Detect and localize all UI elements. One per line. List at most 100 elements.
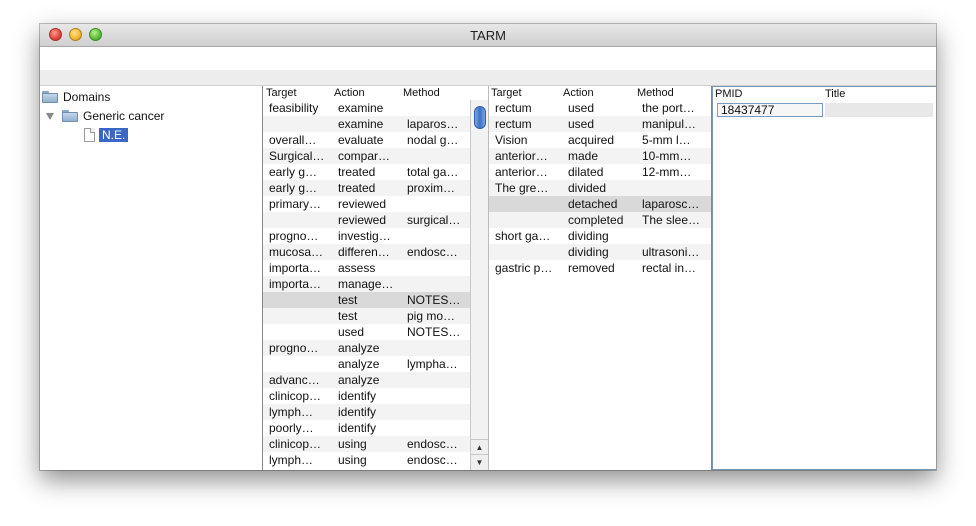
table-row[interactable]: anterior… dilated 12-mm… xyxy=(489,164,711,180)
table-row[interactable]: advanc… analyze xyxy=(263,372,488,388)
column-header-method[interactable]: Method xyxy=(403,87,440,99)
table-row[interactable]: Vision acquired 5-mm l… xyxy=(489,132,711,148)
folder-icon xyxy=(62,110,78,122)
table-cell: compar… xyxy=(338,149,391,163)
table-row[interactable]: completed The slee… xyxy=(489,212,711,228)
column-header-action[interactable]: Action xyxy=(334,87,365,99)
tree-node-generic-cancer[interactable]: Generic cancer xyxy=(46,107,164,125)
table-cell: manipul… xyxy=(642,117,697,131)
table-cell: laparos… xyxy=(407,117,459,131)
table-row[interactable]: early g… treated total ga… xyxy=(263,164,488,180)
table-cell: reviewed xyxy=(338,213,387,227)
table-row[interactable]: clinicop… using endosc… xyxy=(263,436,488,452)
table-cell: evaluate xyxy=(338,133,384,147)
title-bar: TARM xyxy=(40,24,936,47)
table-row[interactable]: lymph… using endosc… xyxy=(263,452,488,468)
vertical-scrollbar[interactable]: ▲ ▼ xyxy=(470,100,488,470)
disclosure-triangle-icon[interactable] xyxy=(46,112,54,120)
table-row[interactable]: clinicop… identify xyxy=(263,388,488,404)
table-cell: dilated xyxy=(568,165,604,179)
table-cell: mucosa… xyxy=(269,245,324,259)
table-cell: laparosc… xyxy=(642,197,700,211)
column-header-target[interactable]: Target xyxy=(491,87,522,99)
table-row[interactable]: rectum used manipul… xyxy=(489,116,711,132)
table-row[interactable]: test pig mo… xyxy=(263,308,488,324)
table-cell: differen… xyxy=(338,245,390,259)
domain-tree[interactable]: Domains Generic cancer N.E. xyxy=(40,86,263,470)
table-cell: endosc… xyxy=(407,453,458,467)
table-row[interactable]: anterior… made 10-mm… xyxy=(489,148,711,164)
table-row[interactable]: analyze lympha… xyxy=(263,356,488,372)
title-cell[interactable] xyxy=(825,103,933,117)
table-cell: rectum xyxy=(495,101,532,115)
column-header-action[interactable]: Action xyxy=(563,87,594,99)
arrow-down-icon[interactable]: ▼ xyxy=(471,454,488,470)
table-cell: made xyxy=(568,149,599,163)
table-row[interactable]: gastric p… removed rectal in… xyxy=(489,260,711,276)
table-cell: endosc… xyxy=(407,437,458,451)
column-header-title[interactable]: Title xyxy=(825,88,845,100)
table-row[interactable]: test NOTES… xyxy=(263,292,488,308)
column-header-target[interactable]: Target xyxy=(266,87,297,99)
table-cell: gastric p… xyxy=(495,261,553,275)
table-cell: test xyxy=(338,309,358,323)
table-row[interactable]: rectum used the port… xyxy=(489,100,711,116)
table-cell: progno… xyxy=(269,341,319,355)
arrow-up-icon[interactable]: ▲ xyxy=(471,439,488,455)
table-row[interactable]: used NOTES… xyxy=(263,324,488,340)
table-row[interactable]: feasibility examine xyxy=(263,100,488,116)
table-cell: treated xyxy=(338,165,376,179)
table-cell: total ga… xyxy=(407,165,459,179)
scrollbar-thumb[interactable] xyxy=(474,106,486,129)
table-cell: overall… xyxy=(269,133,317,147)
table-row[interactable]: dividing ultrasoni… xyxy=(489,244,711,260)
column-header-method[interactable]: Method xyxy=(637,87,674,99)
table-cell: 5-mm l… xyxy=(642,133,691,147)
table-cell: early g… xyxy=(269,165,318,179)
table-cell: surgical… xyxy=(407,213,461,227)
table-cell: divided xyxy=(568,181,607,195)
table-header: PMID Title xyxy=(713,87,936,101)
table-cell: identify xyxy=(338,421,377,435)
table-row[interactable]: examine laparos… xyxy=(263,116,488,132)
table-row[interactable]: early g… treated proxim… xyxy=(263,180,488,196)
table-cell: 12-mm… xyxy=(642,165,692,179)
table-cell: treated xyxy=(338,181,376,195)
tree-node-label-selected: N.E. xyxy=(99,128,129,142)
tree-node-domains[interactable]: Domains xyxy=(42,88,110,106)
table-cell: The slee… xyxy=(642,213,701,227)
table-cell: removed xyxy=(568,261,615,275)
table-row[interactable]: primary… reviewed xyxy=(263,196,488,212)
table-cell: rectum xyxy=(495,117,532,131)
methods-table[interactable]: Target Action Method rectum used the port…… xyxy=(489,86,712,470)
table-cell: importa… xyxy=(269,277,322,291)
table-row[interactable]: detached laparosc… xyxy=(489,196,711,212)
pmid-table[interactable]: PMID Title 18437477 xyxy=(712,86,936,470)
table-cell: lymph… xyxy=(269,453,314,467)
table-row[interactable]: importa… manage… xyxy=(263,276,488,292)
table-row[interactable]: progno… investig… xyxy=(263,228,488,244)
pmid-cell[interactable]: 18437477 xyxy=(717,103,823,117)
table-row[interactable]: short ga… dividing xyxy=(489,228,711,244)
table-cell: analyze xyxy=(338,341,380,355)
table-cell: examine xyxy=(338,101,384,115)
table-row[interactable]: overall… evaluate nodal g… xyxy=(263,132,488,148)
table-cell: analyze xyxy=(338,357,380,371)
column-header-pmid[interactable]: PMID xyxy=(715,88,743,100)
actions-table[interactable]: Target Action Method feasibility examine e… xyxy=(263,86,489,470)
table-row[interactable]: lymph… identify xyxy=(263,404,488,420)
table-row[interactable]: progno… analyze xyxy=(263,340,488,356)
table-cell: proxim… xyxy=(407,181,456,195)
table-cell: NOTES… xyxy=(407,325,461,339)
table-row[interactable]: reviewed surgical… xyxy=(263,212,488,228)
table-row[interactable]: poorly… identify xyxy=(263,420,488,436)
table-row[interactable]: importa… assess xyxy=(263,260,488,276)
table-row[interactable]: Surgical… compar… xyxy=(263,148,488,164)
table-row[interactable]: The gre… divided xyxy=(489,180,711,196)
table-cell: dividing xyxy=(568,245,609,259)
table-header: Target Action Method xyxy=(489,86,711,100)
table-row[interactable]: mucosa… differen… endosc… xyxy=(263,244,488,260)
folder-icon xyxy=(42,91,58,103)
table-cell: early g… xyxy=(269,181,318,195)
tree-node-ne[interactable]: N.E. xyxy=(84,126,129,144)
